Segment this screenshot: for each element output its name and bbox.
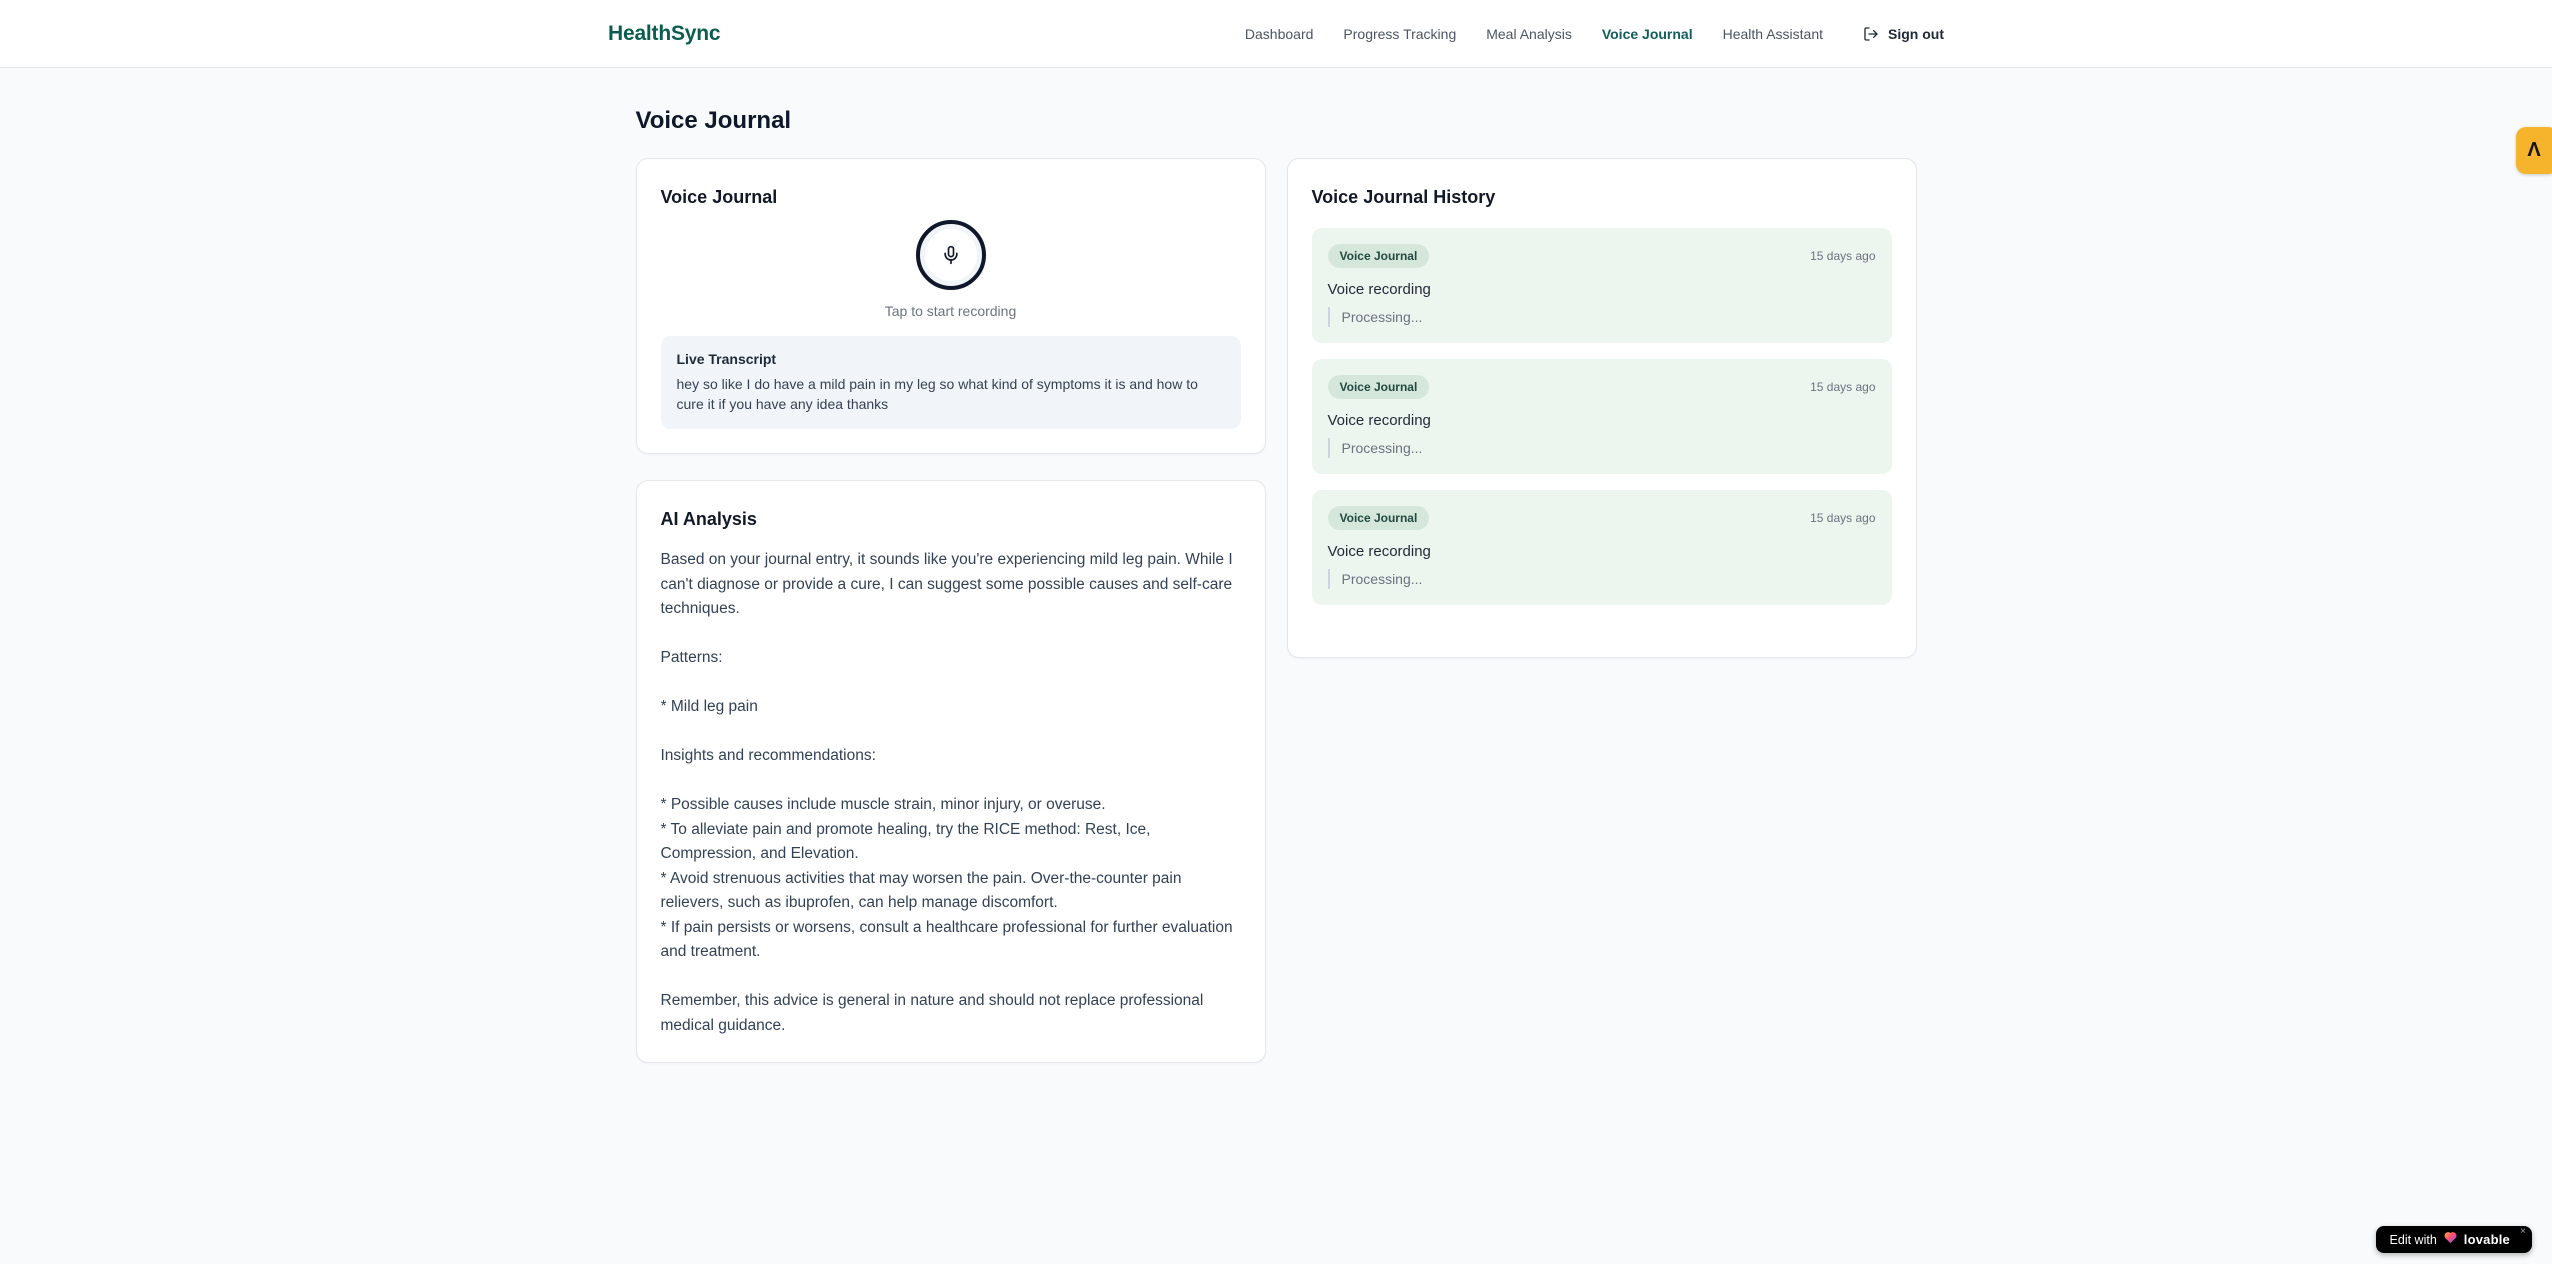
main-content: Voice Journal Voice Journal Tap to start… [635,68,1917,1063]
recorder-zone: Tap to start recording [661,211,1241,319]
main-nav: Dashboard Progress Tracking Meal Analysi… [1245,26,1944,42]
history-item-title: Voice recording [1327,281,1431,298]
header-container: HealthSync Dashboard Progress Tracking M… [576,0,1976,67]
ai-analysis-text: Based on your journal entry, it sounds l… [660,551,1233,1034]
top-header: HealthSync Dashboard Progress Tracking M… [0,0,2552,68]
microphone-icon [941,245,961,265]
edit-badge-close-icon[interactable]: × [2520,1227,2526,1237]
extension-logo-icon: Λ [2527,139,2541,161]
browser-extension-badge[interactable]: Λ [2516,127,2552,174]
history-list: Voice Journal 15 days ago Voice recordin… [1311,228,1892,605]
ai-analysis-title: AI Analysis [660,509,757,529]
nav-item-voice-journal[interactable]: Voice Journal [1602,26,1693,42]
nav-item-health-assistant[interactable]: Health Assistant [1723,26,1823,42]
history-item-timestamp: 15 days ago [1810,249,1876,263]
record-button[interactable] [915,220,986,290]
brand-logo[interactable]: HealthSync [608,22,721,46]
edit-badge-prefix: Edit with [2389,1232,2437,1247]
history-item-header: Voice Journal 15 days ago [1327,375,1876,399]
history-item-title: Voice recording [1327,543,1431,560]
live-transcript-text: hey so like I do have a mild pain in my … [676,376,1198,412]
live-transcript-box: Live Transcript hey so like I do have a … [660,336,1241,429]
history-item[interactable]: Voice Journal 15 days ago Voice recordin… [1311,359,1892,474]
edit-with-lovable-badge[interactable]: Edit with lovable × [2375,1226,2532,1253]
tap-to-record-hint: Tap to start recording [884,303,1017,319]
left-column: Voice Journal Tap to start recording Liv… [635,158,1266,1063]
history-item-badge: Voice Journal [1327,244,1430,268]
history-item-timestamp: 15 days ago [1810,511,1876,525]
sign-out-label: Sign out [1888,25,1944,42]
history-item-badge: Voice Journal [1327,375,1430,399]
nav-item-meal-analysis[interactable]: Meal Analysis [1486,26,1572,42]
history-item-status: Processing... [1327,307,1876,327]
page-title: Voice Journal [635,107,792,134]
live-transcript-title: Live Transcript [676,351,777,367]
history-item-badge: Voice Journal [1327,506,1430,530]
history-card-title: Voice Journal History [1311,187,1496,207]
history-item-header: Voice Journal 15 days ago [1327,506,1876,530]
logout-icon [1863,26,1879,42]
voice-journal-history-card: Voice Journal History Voice Journal 15 d… [1286,158,1917,658]
history-item[interactable]: Voice Journal 15 days ago Voice recordin… [1311,490,1892,605]
voice-recorder-card: Voice Journal Tap to start recording Liv… [635,158,1266,454]
history-item-title: Voice recording [1327,412,1431,429]
edit-badge-brand: lovable [2463,1232,2510,1247]
nav-item-dashboard[interactable]: Dashboard [1245,26,1314,42]
nav-item-progress-tracking[interactable]: Progress Tracking [1343,26,1456,42]
ai-analysis-card: AI Analysis Based on your journal entry,… [635,480,1266,1063]
content-grid: Voice Journal Tap to start recording Liv… [635,158,1917,1063]
history-item-status: Processing... [1327,438,1876,458]
history-item[interactable]: Voice Journal 15 days ago Voice recordin… [1311,228,1892,343]
sign-out-button[interactable]: Sign out [1863,26,1944,42]
history-item-timestamp: 15 days ago [1810,380,1876,394]
history-item-header: Voice Journal 15 days ago [1327,244,1876,268]
history-item-status: Processing... [1327,569,1876,589]
heart-gradient-icon [2443,1230,2458,1249]
recorder-card-title: Voice Journal [660,187,778,207]
